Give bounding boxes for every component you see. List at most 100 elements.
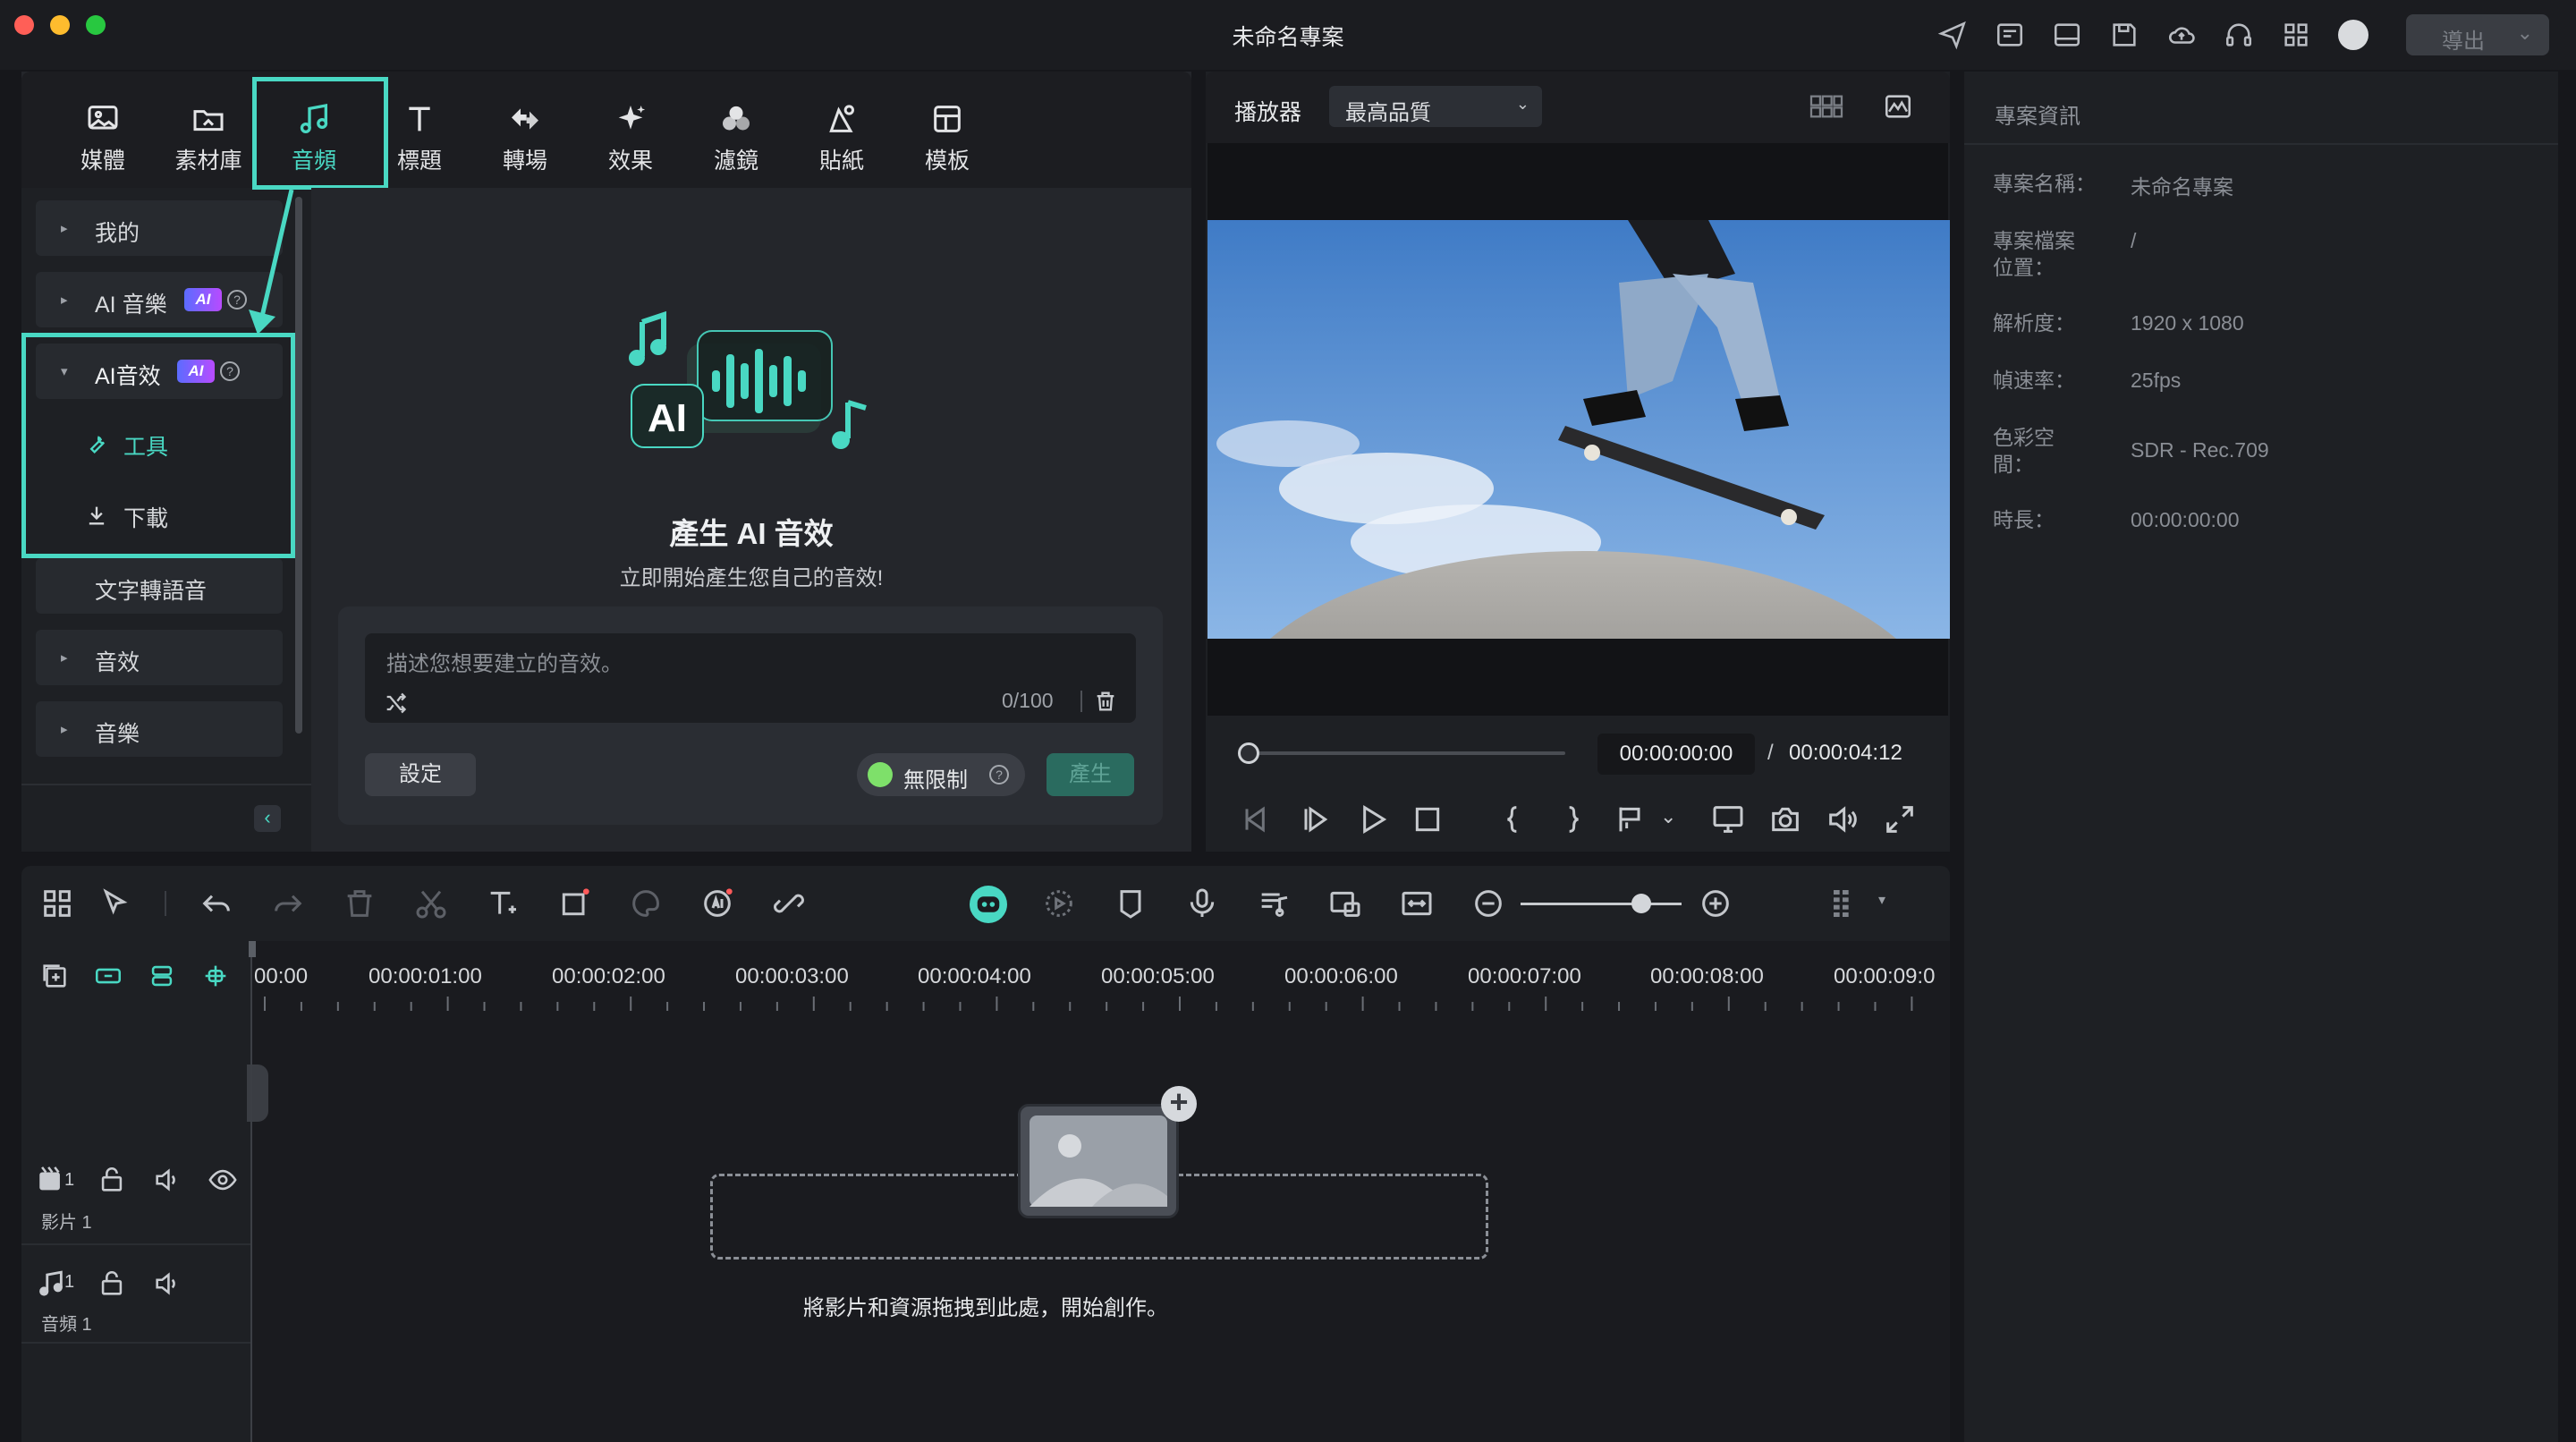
save-icon[interactable] <box>2109 20 2140 50</box>
info-key-duration: 時長： <box>1993 508 2055 531</box>
microphone-icon[interactable] <box>1184 886 1220 921</box>
quality-select[interactable]: 最高品質 ⌄ <box>1329 86 1542 127</box>
settings-button[interactable]: 設定 <box>365 753 476 796</box>
ai-sfx-title: 產生 AI 音效 <box>669 517 834 550</box>
add-media-icon[interactable]: + <box>1161 1086 1197 1122</box>
display-settings-icon[interactable] <box>1710 802 1746 837</box>
add-track-icon[interactable] <box>39 961 70 991</box>
redo-icon[interactable] <box>270 886 306 921</box>
lock-icon[interactable] <box>97 1165 127 1195</box>
tab-templates[interactable]: 模板 <box>898 98 996 188</box>
video-track-icon <box>36 1165 66 1195</box>
volume-icon[interactable] <box>1825 802 1860 837</box>
tab-media[interactable]: 媒體 <box>54 98 152 188</box>
previous-frame-icon[interactable] <box>1238 802 1274 837</box>
auto-reframe-icon[interactable] <box>1327 886 1363 921</box>
track-arrange-icon[interactable] <box>147 961 177 991</box>
scrubber-handle[interactable] <box>1238 742 1259 764</box>
ai-audio-icon[interactable] <box>699 886 735 921</box>
info-value-resolution: 1920 x 1080 <box>2131 311 2244 335</box>
sidebar-item-sfx[interactable]: ▸ 音效 <box>36 630 283 685</box>
layout-grid-icon[interactable] <box>39 886 75 921</box>
credits-icon <box>868 762 893 787</box>
help-icon[interactable]: ? <box>989 765 1009 785</box>
fit-timeline-icon[interactable] <box>1399 886 1435 921</box>
trash-icon[interactable] <box>1093 689 1118 714</box>
select-pointer-icon[interactable] <box>98 886 134 921</box>
render-preview-icon[interactable] <box>1041 886 1077 921</box>
shuffle-icon[interactable] <box>383 691 408 716</box>
highlight-ai-sfx-section <box>21 333 295 558</box>
timeline-options-icon[interactable] <box>1825 886 1860 921</box>
apps-grid-icon[interactable] <box>2281 20 2311 50</box>
media-sync-icon[interactable] <box>1995 20 2025 50</box>
speaker-icon[interactable] <box>152 1165 182 1195</box>
tab-transitions[interactable]: 轉場 <box>476 98 574 188</box>
caret-right-icon: ▸ <box>61 293 68 308</box>
tab-filters[interactable]: 濾鏡 <box>687 98 785 188</box>
ai-assistant-icon[interactable] <box>970 886 1007 923</box>
info-key-location: 專案檔案位置： <box>1993 229 2075 279</box>
tab-library[interactable]: 素材庫 <box>159 98 258 188</box>
mark-in-icon[interactable] <box>1496 802 1531 837</box>
collapse-sidebar-button[interactable]: ‹ <box>254 805 281 832</box>
info-value-duration: 00:00:00:00 <box>2131 508 2240 531</box>
undo-icon[interactable] <box>199 886 234 921</box>
drop-hint-text: 將影片和資源拖拽到此處，開始創作。 <box>803 1296 1168 1320</box>
scissors-icon[interactable] <box>413 886 449 921</box>
headset-icon[interactable] <box>2224 20 2254 50</box>
mark-out-icon[interactable] <box>1555 802 1590 837</box>
unlimited-credits-button[interactable]: 無限制 ? <box>857 753 1025 796</box>
cloud-upload-icon[interactable] <box>2166 20 2197 50</box>
eye-icon[interactable] <box>208 1165 238 1195</box>
current-timecode[interactable]: 00:00:00:00 <box>1597 734 1755 775</box>
zoom-slider-handle[interactable] <box>1631 894 1651 913</box>
avatar[interactable] <box>2338 20 2368 50</box>
ai-logo-text: AI <box>648 396 687 440</box>
ruler-ticks <box>264 997 1913 1011</box>
detach-link-icon[interactable] <box>771 886 807 921</box>
track-divider <box>21 1243 250 1245</box>
zoom-slider-track[interactable] <box>1521 903 1682 905</box>
add-text-icon[interactable] <box>485 886 521 921</box>
effects-sparkle-icon <box>581 98 680 140</box>
sidebar-item-music[interactable]: ▸ 音樂 <box>36 701 283 757</box>
tab-stickers[interactable]: 貼紙 <box>792 98 891 188</box>
scrubber-track[interactable] <box>1249 751 1565 755</box>
zoom-in-icon[interactable] <box>1698 886 1733 921</box>
crop-icon[interactable] <box>556 886 592 921</box>
playhead-handle[interactable] <box>249 941 256 957</box>
snapshot-camera-icon[interactable] <box>1767 802 1803 837</box>
play-icon[interactable] <box>1354 802 1390 837</box>
info-key-name: 專案名稱： <box>1993 172 2096 195</box>
tab-effects[interactable]: 效果 <box>581 98 680 188</box>
stop-icon[interactable] <box>1410 802 1445 837</box>
color-palette-icon[interactable] <box>628 886 664 921</box>
ai-sfx-logo: AI <box>629 310 867 449</box>
export-button[interactable]: 導出 ⌄ <box>2406 14 2549 55</box>
send-icon[interactable] <box>1937 20 1968 50</box>
generate-button[interactable]: 產生 <box>1046 753 1134 796</box>
grid-view-icon[interactable] <box>1809 91 1844 122</box>
video-preview[interactable] <box>1208 220 1950 639</box>
audio-list-icon[interactable] <box>1256 886 1292 921</box>
step-forward-icon[interactable] <box>1297 802 1333 837</box>
caret-down-icon[interactable]: ▾ <box>1878 891 1885 909</box>
marker-icon[interactable] <box>1113 886 1148 921</box>
magnet-snap-icon[interactable] <box>200 961 231 991</box>
sidebar-item-tts[interactable]: 文字轉語音 <box>36 558 283 614</box>
video-track-label: 影片 1 <box>41 1213 92 1233</box>
link-track-icon[interactable] <box>93 961 123 991</box>
layout-icon[interactable] <box>2052 20 2082 50</box>
scope-icon[interactable] <box>1882 91 1914 122</box>
playhead[interactable] <box>250 941 252 1442</box>
fullscreen-icon[interactable] <box>1882 802 1918 837</box>
marker-insert-icon[interactable] <box>1612 802 1648 837</box>
chevron-down-icon[interactable]: ⌄ <box>1660 805 1676 828</box>
zoom-out-icon[interactable] <box>1470 886 1506 921</box>
delete-icon[interactable] <box>342 886 377 921</box>
info-value-colorspace: SDR - Rec.709 <box>2131 438 2269 462</box>
sidebar-scrollbar[interactable] <box>295 197 302 734</box>
ruler-label: 00:00:02:00 <box>552 964 665 988</box>
info-key-colorspace: 色彩空間： <box>1993 426 2055 476</box>
